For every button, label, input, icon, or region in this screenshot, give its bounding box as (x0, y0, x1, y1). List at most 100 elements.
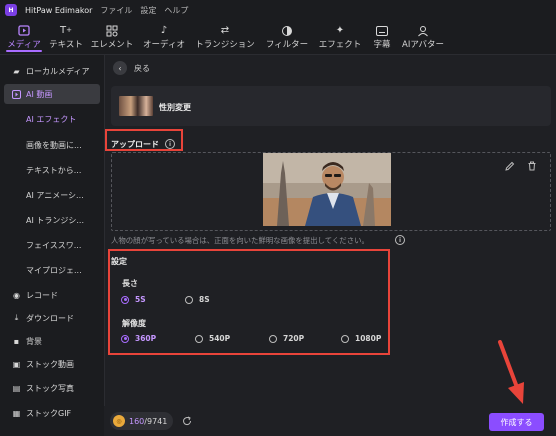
resolution-option-label: 1080P (355, 334, 382, 343)
sidebar-sub-text-to-video[interactable]: テキストから... (26, 165, 81, 176)
tab-text[interactable]: T + テキスト (46, 20, 86, 54)
app-logo-icon: H (5, 4, 17, 16)
coin-icon: ◎ (113, 415, 125, 427)
sidebar-sub-my-projects[interactable]: マイプロジェ... (26, 265, 82, 276)
resolution-option-label: 360P (135, 334, 157, 343)
menu-help[interactable]: ヘルプ (164, 5, 188, 16)
element-icon (105, 24, 119, 37)
sidebar-item-stock-video[interactable]: ▣ ストック動画 (4, 354, 100, 374)
sidebar-item-stock-gif[interactable]: ▦ ストックGIF (4, 403, 100, 423)
hint-info-icon[interactable]: i (395, 235, 405, 245)
credit-counter: ◎ 160 /9741 (110, 412, 174, 430)
credits-used: 160 (129, 416, 145, 426)
tab-subtitle-label: 字幕 (373, 40, 391, 50)
sidebar-item-label: ストック写真 (26, 383, 74, 393)
sidebar-item-label: ストック動画 (26, 359, 74, 369)
tab-element-label: エレメント (90, 40, 134, 50)
menu-file[interactable]: ファイル (100, 5, 132, 16)
upload-hint: 人物の顔が写っている場合は、正面を向いた鮮明な画像を提出してください。 (111, 236, 369, 245)
audio-icon: ♪ (160, 25, 168, 36)
tab-media[interactable]: メディア (2, 20, 46, 54)
tab-effect[interactable]: ✦ エフェクト (314, 20, 366, 54)
download-icon: ⤓ (14, 313, 19, 322)
ai-video-icon (12, 89, 21, 99)
background-icon: ▪ (13, 336, 20, 346)
transition-icon: ⇄ (220, 25, 230, 36)
back-label[interactable]: 戻る (134, 63, 150, 74)
sidebar-sub-image-to-video[interactable]: 画像を動画に... (26, 140, 82, 151)
radio-dot (269, 334, 277, 343)
sidebar-item-label: AI 動画 (26, 89, 53, 99)
edit-icon[interactable] (505, 161, 515, 171)
sidebar-item-stock-photo[interactable]: ▤ ストック写真 (4, 378, 100, 398)
resolution-option-720p[interactable]: 720P (269, 334, 304, 343)
sidebar-item-label: レコード (26, 290, 58, 300)
radio-dot (185, 295, 193, 304)
back-button[interactable]: ‹ (113, 61, 127, 75)
tab-transition[interactable]: ⇄ トランジション (190, 20, 260, 54)
length-option-8s[interactable]: 8S (185, 295, 210, 304)
sidebar-item-label: ダウンロード (26, 313, 74, 323)
resolution-option-label: 540P (209, 334, 231, 343)
radio-dot (121, 295, 129, 304)
stock-video-icon: ▣ (12, 359, 21, 369)
stock-photo-icon: ▤ (12, 383, 21, 393)
tab-effect-label: エフェクト (318, 40, 362, 50)
credits-total: /9741 (144, 416, 168, 426)
tab-filter-label: フィルター (265, 40, 309, 50)
sidebar-item-local-media[interactable]: ▰ ローカルメディア (4, 61, 100, 81)
info-icon[interactable]: i (165, 139, 175, 149)
ai-avatar-icon (416, 24, 430, 37)
generate-button[interactable]: 作成する (489, 413, 544, 431)
sidebar-item-label: ストックGIF (26, 408, 72, 418)
tab-ai-avatar-label: AIアバター (402, 40, 444, 50)
tab-subtitle[interactable]: 字幕 (366, 20, 398, 54)
length-option-5s[interactable]: 5S (121, 295, 146, 304)
refresh-icon[interactable] (182, 416, 192, 426)
effect-card: 性別変更 (111, 86, 551, 126)
effect-icon: ✦ (335, 25, 345, 36)
sidebar-sub-ai-transition[interactable]: AI トランジシ... (26, 215, 84, 226)
sidebar-item-record[interactable]: ◉ レコード (4, 285, 100, 305)
stock-gif-icon: ▦ (12, 408, 21, 418)
menu-settings[interactable]: 設定 (140, 5, 156, 16)
tab-text-label: テキスト (49, 40, 83, 50)
sidebar-item-background[interactable]: ▪ 背景 (4, 331, 100, 351)
tab-media-label: メディア (7, 40, 41, 50)
tab-filter[interactable]: フィルター (260, 20, 314, 54)
resolution-option-label: 720P (283, 334, 305, 343)
app-title: HitPaw Edimakor (25, 5, 93, 15)
length-option-label: 8S (199, 295, 210, 304)
sidebar-sub-ai-effect[interactable]: AI エフェクト (26, 114, 76, 125)
trash-icon[interactable] (527, 161, 537, 171)
tab-audio[interactable]: ♪ オーディオ (138, 20, 190, 54)
radio-dot (341, 334, 349, 343)
sidebar-item-download[interactable]: ⤓ ダウンロード (4, 308, 100, 328)
length-label: 長さ (122, 279, 138, 288)
annotation-arrow-icon (498, 340, 524, 404)
footer-bar: ◎ 160 /9741 作成する (104, 406, 556, 436)
resolution-option-360p[interactable]: 360P (121, 334, 156, 343)
length-option-label: 5S (135, 295, 146, 304)
filter-icon (280, 24, 294, 37)
resolution-label: 解像度 (122, 319, 146, 328)
resolution-option-540p[interactable]: 540P (195, 334, 230, 343)
main-panel: ‹ 戻る 性別変更 アップロード i 人物の顔が写っている場合は、正面を向いた鮮… (104, 54, 556, 436)
main-toolbar: メディア T + テキスト エレメント ♪ オーディオ ⇄ トランジション フィル… (0, 20, 556, 54)
effect-thumbnail (119, 96, 153, 116)
tab-element[interactable]: エレメント (86, 20, 138, 54)
resolution-option-1080p[interactable]: 1080P (341, 334, 381, 343)
sidebar-sub-face-swap[interactable]: フェイススワ... (26, 240, 81, 251)
sidebar-item-label: 背景 (26, 336, 42, 346)
sidebar-item-label: ローカルメディア (26, 66, 90, 76)
sidebar-item-ai-video[interactable]: AI 動画 (4, 84, 100, 104)
radio-dot (121, 334, 129, 343)
text-icon: T + (60, 25, 72, 36)
record-icon: ◉ (13, 290, 20, 300)
sidebar-sub-ai-animation[interactable]: AI アニメーシ... (26, 190, 84, 201)
subtitle-icon (375, 24, 389, 37)
upload-label: アップロード (111, 140, 159, 149)
media-icon (17, 24, 31, 37)
settings-label: 設定 (111, 257, 127, 266)
tab-ai-avatar[interactable]: AIアバター (398, 20, 448, 54)
